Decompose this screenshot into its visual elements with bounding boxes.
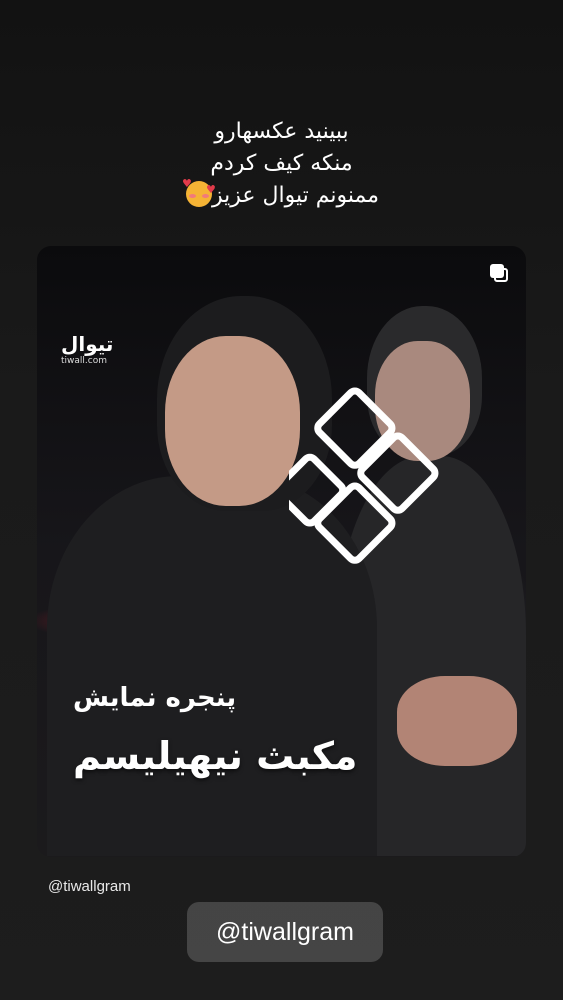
tiwall-watermark: تیوال tiwall.com (61, 332, 113, 366)
shared-post-card[interactable]: تیوال tiwall.com پنجره نمایش مکبث نیهیلی… (37, 246, 526, 857)
photo-figure-front-face (165, 336, 300, 506)
photo-hands (397, 676, 517, 766)
play-logo-icon (289, 387, 439, 564)
tiwall-brand-en: tiwall.com (61, 356, 107, 366)
smiling-face-with-hearts-icon: ♥ ♥ (182, 178, 216, 207)
tiwall-brand-fa: تیوال (61, 332, 114, 356)
caption-line-1: ببینید عکسهارو (214, 119, 349, 144)
post-subtitle: پنجره نمایش (73, 683, 237, 713)
post-title: مکبث نیهیلیسم (73, 734, 358, 778)
caption-line-2: منکه کیف کردم (210, 151, 353, 176)
carousel-icon (490, 264, 508, 282)
caption-line-3: ممنونم تیوال عزیز ♥ ♥ (0, 178, 563, 212)
story-caption: ببینید عکسهارو منکه کیف کردم ممنونم تیوا… (0, 116, 563, 212)
post-username[interactable]: @tiwallgram (48, 878, 131, 895)
caption-line-3-text: ممنونم تیوال عزیز (211, 183, 379, 208)
mention-sticker[interactable]: @tiwallgram (187, 902, 383, 962)
